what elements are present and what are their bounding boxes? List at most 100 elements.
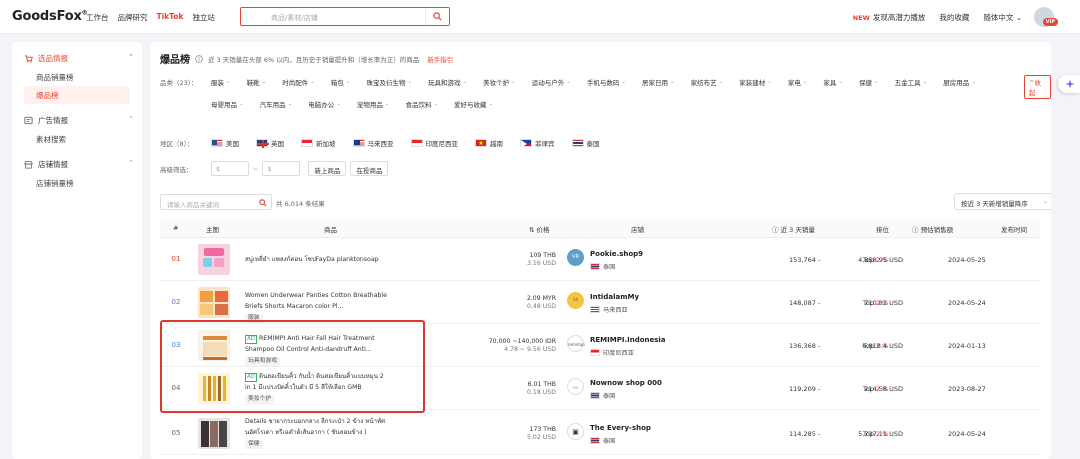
chevron-down-icon: ⌄: [838, 79, 844, 85]
category-chip[interactable]: 服装 ⌄: [211, 77, 231, 87]
category-chip[interactable]: 家装建材 ⌄: [739, 77, 772, 87]
shop-name[interactable]: REMIMPI.Indonesia: [590, 336, 666, 344]
category-chip[interactable]: 保健 ⌄: [859, 77, 879, 87]
category-chip[interactable]: 五金工具 ⌄: [895, 77, 928, 87]
shop-logo[interactable]: remimpi: [567, 335, 585, 352]
sidebar-item-creative-search[interactable]: 素材搜索: [12, 130, 142, 148]
shop-name[interactable]: Nownow shop 000: [590, 379, 662, 387]
region-th[interactable]: 泰国: [571, 138, 600, 148]
product-name[interactable]: Women Underwear Panties Cotton Breathabl…: [245, 290, 390, 323]
product-image[interactable]: [198, 244, 230, 275]
category-chip[interactable]: 居家日用 ⌄: [642, 77, 675, 87]
sparkle-icon: [1065, 79, 1075, 89]
shop-name[interactable]: IntidalamMy: [590, 293, 639, 301]
category-chip[interactable]: 电脑办公 ⌄: [308, 99, 341, 109]
product-search-input[interactable]: 请输入商品关键词: [160, 194, 272, 210]
est-revenue: 5,737.11 USD: [858, 430, 903, 438]
category-chip[interactable]: 玩具和游戏 ⌄: [428, 77, 467, 87]
sidebar-group-ad-intel[interactable]: 广告情报 ⌃: [12, 110, 142, 130]
category-chip[interactable]: 爱好与收藏 ⌄: [454, 99, 493, 109]
category-chip[interactable]: 厨房用品 ⌄: [943, 77, 976, 87]
table-row[interactable]: 01 สบู่เหลี่ยำ แพลงก์ตอน โชปFayDa plankt…: [160, 238, 1040, 281]
vip-badge: VIP: [1042, 18, 1058, 26]
nav-brand-research[interactable]: 品牌研究: [118, 12, 148, 23]
th-flag-icon: [590, 263, 600, 270]
sidebar-item-product-sales-rank[interactable]: 商品销量榜: [12, 68, 142, 86]
shop-logo[interactable]: VR: [567, 249, 584, 266]
shop-name[interactable]: Pookie.shop9: [590, 250, 643, 258]
category-chip[interactable]: 汽车用品 ⌄: [260, 99, 293, 109]
floating-assistant-button[interactable]: [1058, 75, 1080, 93]
product-name[interactable]: สบู่เหลี่ยำ แพลงก์ตอน โชปFayDa planktons…: [245, 254, 390, 265]
category-chip[interactable]: 珠宝及衍生物 ⌄: [366, 77, 412, 87]
category-chip[interactable]: 宠物用品 ⌄: [357, 99, 390, 109]
beginner-guide-link[interactable]: 新手指引: [427, 54, 453, 64]
row-index: 01: [171, 255, 181, 263]
table-row[interactable]: 05 Details ชายากระบอกกลาง ลีกระเป๋า 2 ข้…: [160, 412, 1040, 455]
region-vn[interactable]: ★ 越南: [475, 138, 503, 148]
logo[interactable]: GoodsFox®: [12, 9, 88, 24]
chevron-down-icon: ⌄: [239, 101, 244, 107]
price-min-input[interactable]: $: [211, 161, 249, 176]
price-max-input[interactable]: $: [262, 161, 301, 176]
global-search[interactable]: 商品/素材/店铺: [240, 7, 450, 26]
region-ph[interactable]: 菲律宾: [520, 138, 555, 148]
region-my[interactable]: 马来西亚: [352, 138, 394, 148]
est-revenue: 214.58 USD: [864, 385, 903, 393]
chevron-down-icon: ⌄: [922, 79, 928, 85]
sidebar-item-shop-sales-rank[interactable]: 店铺销量榜: [12, 174, 142, 192]
category-chip[interactable]: 鞋靴 ⌄: [247, 77, 267, 87]
top-nav: 工作台 品牌研究 TikTok 独立站: [86, 12, 215, 23]
category-chip[interactable]: 家纺布艺 ⌄: [691, 77, 724, 87]
advertised-products-button[interactable]: 在投商品: [350, 161, 389, 176]
category-chip[interactable]: 家电 ⌄: [788, 77, 808, 87]
row-index: 02: [171, 298, 181, 306]
favorites-link[interactable]: 我的收藏: [939, 12, 969, 23]
category-chip[interactable]: 时尚配件 ⌄: [282, 77, 315, 87]
shop-logo[interactable]: nn: [567, 378, 584, 395]
col-est-revenue: ⓘ 预估销售额: [912, 226, 954, 234]
discover-link[interactable]: NEW 发现高潜力播放: [853, 12, 926, 23]
collapse-button[interactable]: ^收起: [1024, 75, 1051, 99]
category-chip[interactable]: 食品饮料 ⌄: [405, 99, 438, 109]
category-chip[interactable]: 箱包 ⌄: [331, 77, 351, 87]
region-uk[interactable]: 英国: [256, 138, 284, 148]
chevron-down-icon: ⌄: [874, 79, 879, 85]
region-filter: 地区（8）： 美国 英国 新加坡 马来西亚 印度尼西亚 ★ 越南 菲律宾 泰国: [160, 138, 617, 148]
shop-logo[interactable]: i.i: [567, 292, 584, 309]
region-id[interactable]: 印度尼西亚: [410, 138, 458, 148]
sidebar-group-shop-intel[interactable]: 店铺情报 ⌃: [12, 154, 142, 174]
category-chip[interactable]: 运动与户外 ⌄: [532, 77, 571, 87]
sort-select[interactable]: 按近 3 天新增销量降序 ⌄: [954, 193, 1051, 210]
region-sg[interactable]: 新加坡: [301, 138, 336, 148]
nav-tiktok[interactable]: TikTok: [157, 12, 184, 23]
category-chip[interactable]: 家具 ⌄: [823, 77, 843, 87]
col-sales-3d[interactable]: ⓘ 近 3 天销量: [772, 224, 815, 234]
nav-workbench[interactable]: 工作台: [86, 12, 109, 23]
chevron-down-icon: ⌄: [621, 79, 626, 85]
shop-country: 印度尼西亚: [590, 348, 634, 357]
region-us[interactable]: 美国: [211, 138, 239, 148]
col-price[interactable]: ⇅ 价格: [529, 224, 550, 234]
language-select[interactable]: 随体中文 ⌄: [983, 12, 1022, 23]
shop-logo[interactable]: ▣: [567, 423, 584, 440]
product-image[interactable]: [198, 287, 230, 318]
nav-standalone[interactable]: 独立站: [192, 12, 215, 23]
price: 2.09 MYR 0.48 USD: [526, 295, 556, 310]
sidebar-item-hot-products[interactable]: 爆品榜: [24, 86, 130, 104]
product-name[interactable]: Details ชายากระบอกกลาง ลีกระเป๋า 2 ข้าง …: [245, 416, 390, 449]
product-image[interactable]: [198, 418, 230, 449]
new-badge: NEW: [852, 14, 870, 22]
row-index: 05: [171, 429, 181, 437]
category-chip[interactable]: 手机与数码 ⌄: [587, 77, 626, 87]
category-chip[interactable]: 美妆个护 ⌄: [483, 77, 516, 87]
search-input[interactable]: 商品/素材/店铺: [271, 13, 318, 23]
price: 109 THB 3.16 USD: [527, 252, 556, 267]
shop-name[interactable]: The Every-shop: [590, 424, 651, 432]
table-row[interactable]: 02 Women Underwear Panties Cotton Breath…: [160, 281, 1040, 324]
search-button[interactable]: [425, 8, 449, 25]
new-products-button[interactable]: 新上商品: [308, 161, 347, 176]
category-chip[interactable]: 母婴用品 ⌄: [211, 99, 244, 109]
sidebar-group-product-intel[interactable]: 选品情报 ⌃: [12, 48, 142, 68]
est-revenue: 710.82 USD: [864, 299, 903, 307]
